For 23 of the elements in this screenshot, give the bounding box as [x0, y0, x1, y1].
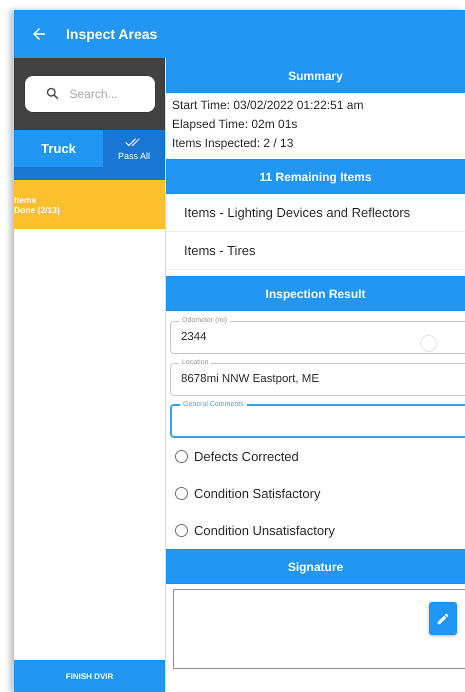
radio-option[interactable]: Condition Unsatisfactory [166, 512, 465, 549]
summary-text: Items Inspected: 2 / 13 [172, 135, 294, 152]
remaining-item[interactable]: Items - Lighting Devices and Reflectors [166, 194, 465, 232]
section-header: Inspection Result [166, 276, 465, 311]
signature-box[interactable] [173, 589, 465, 669]
screen-title: Inspect Areas [66, 26, 158, 42]
radio-option[interactable]: Defects Corrected [166, 438, 465, 475]
edit-button[interactable] [429, 602, 457, 635]
tab[interactable]: Pass All [103, 130, 165, 167]
radio-button[interactable] [175, 450, 188, 463]
section-header: 11 Remaining Items [166, 159, 465, 194]
summary-text: Elapsed Time: 02m 01s [172, 116, 298, 133]
pencil-icon [436, 612, 450, 626]
search-field[interactable]: Search... [24, 76, 154, 112]
section-header: Summary [166, 58, 465, 93]
search-icon [44, 86, 60, 101]
radio-button[interactable] [175, 487, 188, 500]
radio-option[interactable]: Condition Satisfactory [166, 475, 465, 512]
radio-button[interactable] [175, 524, 188, 537]
section-header: Signature [166, 549, 465, 584]
loading-spinner-icon [420, 335, 437, 352]
remaining-item[interactable]: Items - Tires [166, 232, 465, 270]
summary-text: Start Time: 03/02/2022 01:22:51 am [172, 97, 364, 114]
